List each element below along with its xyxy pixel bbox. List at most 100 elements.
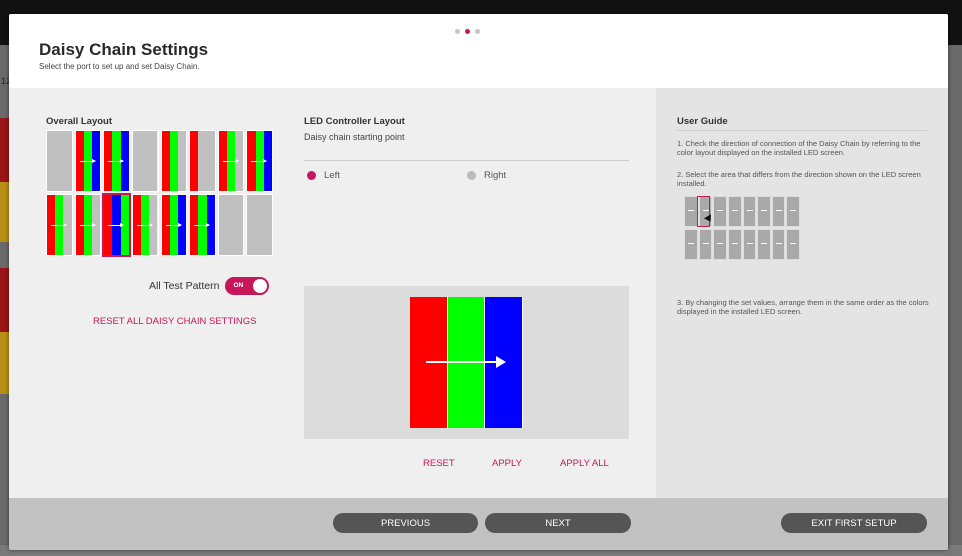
arrow-right-icon: [790, 243, 797, 244]
guide-step-3: 3. By changing the set values, arrange t…: [677, 298, 929, 316]
guide-example-cell: [713, 196, 727, 227]
arrow-right-icon: [775, 243, 782, 244]
arrow-right-icon: [194, 223, 211, 227]
layout-cell-r2-c2[interactable]: [74, 194, 102, 256]
previous-button[interactable]: PREVIOUS: [333, 513, 478, 533]
guide-example-cell: [742, 196, 757, 227]
green-stripe: [169, 131, 178, 191]
guide-step-2: 2. Select the area that differs from the…: [677, 170, 921, 188]
guide-example-cell: [727, 229, 742, 260]
layout-cell-r2-c7[interactable]: [217, 194, 245, 256]
apply-button[interactable]: APPLY: [492, 458, 522, 469]
arrow-right-icon: [761, 243, 768, 244]
arrow-right-icon: [790, 210, 797, 211]
gray-stripe: [141, 131, 150, 191]
guide-example-cell: [684, 229, 698, 260]
step-dot-active: [465, 29, 470, 34]
arrow-right-icon: [165, 223, 182, 227]
arrow-right-icon: [108, 159, 125, 163]
arrow-right-icon: [688, 243, 694, 244]
guide-example-cell: [771, 196, 786, 227]
layout-cell-r2-c8[interactable]: [246, 194, 273, 256]
gray-stripe: [263, 195, 272, 255]
layout-cell-r2-c1[interactable]: [46, 194, 73, 256]
layout-cell-r1-c8[interactable]: [246, 130, 273, 192]
step-dot: [455, 29, 460, 34]
gray-stripe: [132, 131, 142, 191]
arrow-right-icon: [746, 210, 753, 211]
radio-unselected-icon: [467, 171, 476, 180]
guide-example-cell: [727, 196, 742, 227]
red-stripe: [161, 131, 170, 191]
dialog-title: Daisy Chain Settings: [39, 40, 209, 59]
gray-stripe: [235, 195, 244, 255]
next-button[interactable]: NEXT: [485, 513, 631, 533]
divider: [677, 130, 927, 131]
start-left-option[interactable]: Left: [307, 170, 340, 181]
apply-all-button[interactable]: APPLY ALL: [560, 458, 609, 469]
exit-first-setup-button[interactable]: EXIT FIRST SETUP: [781, 513, 927, 533]
arrow-right-icon: [108, 223, 125, 227]
arrow-right-icon: [51, 223, 67, 227]
guide-step-1: 1. Check the direction of connection of …: [677, 139, 921, 157]
arrow-right-icon: [251, 159, 268, 163]
gray-stripe: [206, 131, 215, 191]
layout-cell-r1-c6[interactable]: [189, 130, 216, 192]
gray-stripe: [218, 195, 227, 255]
guide-example-cell: [713, 229, 727, 260]
gray-stripe: [226, 195, 236, 255]
guide-example-cell: [771, 229, 786, 260]
step-indicator: [455, 29, 480, 34]
layout-cell-r1-c1[interactable]: [46, 130, 73, 192]
arrow-right-icon: [222, 159, 239, 163]
gray-stripe: [247, 195, 256, 255]
gray-stripe: [47, 131, 56, 191]
arrow-right-icon: [746, 243, 753, 244]
layout-cell-r1-c7[interactable]: [217, 130, 245, 192]
guide-example-cell: [786, 196, 800, 227]
background-right-panel: [948, 45, 962, 545]
gray-stripe: [63, 131, 72, 191]
test-pattern-toggle[interactable]: ON: [225, 277, 270, 295]
reset-button[interactable]: RESET: [423, 458, 455, 469]
layout-cell-r2-c5[interactable]: [160, 194, 188, 256]
reset-all-daisy-chain-button[interactable]: RESET ALL DAISY CHAIN SETTINGS: [93, 316, 257, 327]
layout-cell-r2-c4[interactable]: [131, 194, 159, 256]
arrow-right-icon: [688, 210, 694, 211]
layout-cell-r2-c3[interactable]: [102, 193, 131, 257]
start-left-label: Left: [324, 170, 340, 181]
red-stripe: [190, 131, 199, 191]
preview-color-bars: [410, 297, 524, 428]
toggle-on-label: ON: [233, 282, 244, 289]
dialog-header: Daisy Chain Settings Select the port to …: [9, 14, 948, 88]
gray-stripe: [198, 131, 207, 191]
gray-stripe: [149, 131, 158, 191]
guide-example-cell: [684, 196, 698, 227]
divider: [304, 160, 629, 161]
start-right-label: Right: [484, 170, 507, 181]
arrow-right-icon: [731, 210, 738, 211]
arrow-right-icon: [79, 159, 96, 163]
gray-stripe: [177, 131, 187, 191]
controller-preview: [304, 286, 629, 439]
layout-cell-r1-c2[interactable]: [74, 130, 102, 192]
toggle-knob: [253, 279, 268, 293]
guide-example-cell: [757, 196, 771, 227]
direction-arrow-icon: [426, 356, 506, 368]
test-pattern-label: All Test Pattern: [149, 280, 220, 292]
user-guide-heading: User Guide: [677, 116, 728, 127]
arrow-right-icon: [136, 223, 153, 227]
layout-cell-r1-c3[interactable]: [103, 130, 130, 192]
guide-example-cell: [742, 229, 757, 260]
radio-selected-icon: [307, 171, 316, 180]
layout-cell-r2-c6[interactable]: [189, 194, 216, 256]
layout-cell-r1-c5[interactable]: [160, 130, 188, 192]
start-right-option[interactable]: Right: [467, 170, 506, 181]
layout-cell-r1-c4[interactable]: [131, 130, 159, 192]
arrow-right-icon: [775, 210, 782, 211]
arrow-right-icon: [79, 223, 96, 227]
guide-example-cell: [757, 229, 771, 260]
overall-layout-heading: Overall Layout: [46, 116, 112, 127]
arrow-right-icon: [717, 210, 724, 211]
overall-layout-grid: [46, 130, 273, 257]
